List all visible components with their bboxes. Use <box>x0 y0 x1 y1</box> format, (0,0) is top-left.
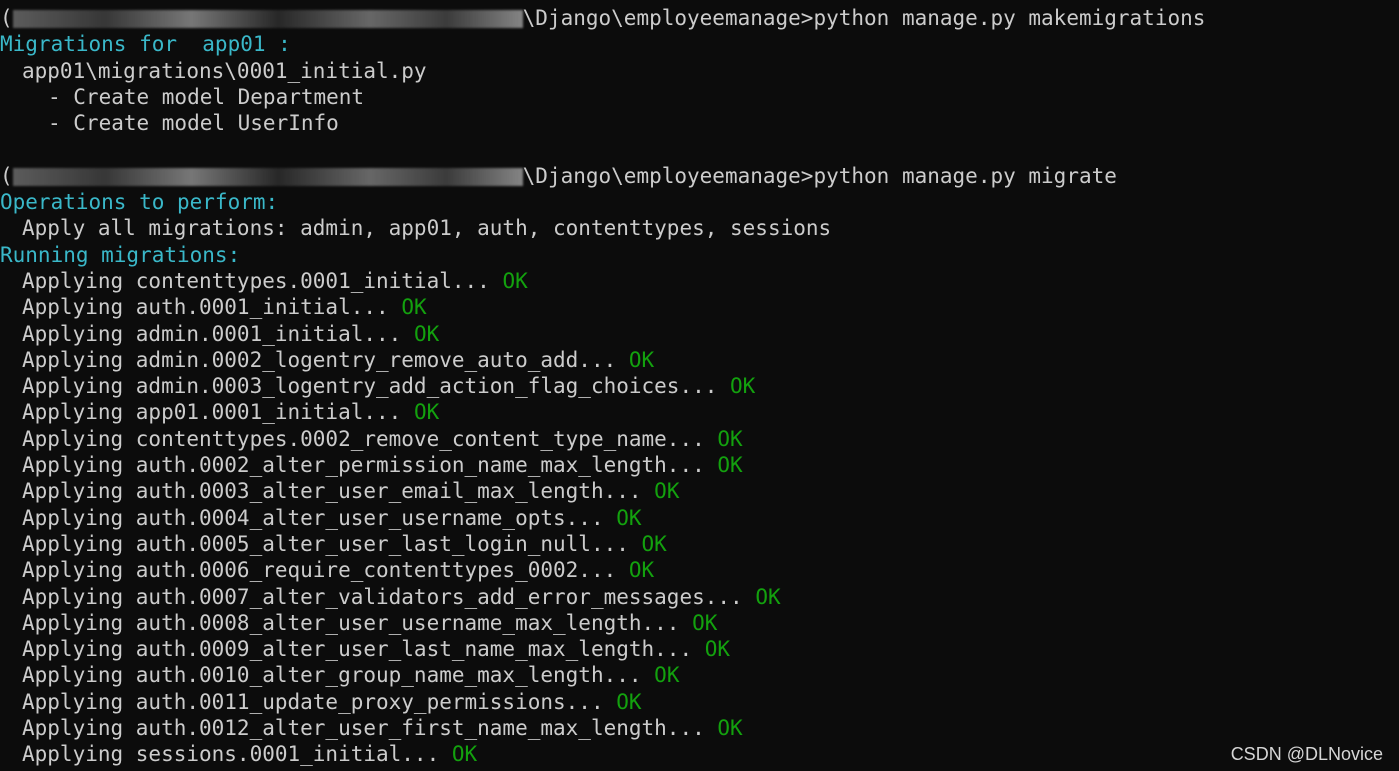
migration-line: Applying auth.0007_alter_validators_add_… <box>0 584 1399 610</box>
migration-line: Applying auth.0011_update_proxy_permissi… <box>0 689 1399 715</box>
migration-text: Applying auth.0011_update_proxy_permissi… <box>22 689 604 714</box>
migration-text: Applying admin.0003_logentry_add_action_… <box>22 374 718 399</box>
migration-text: Applying auth.0005_alter_user_last_login… <box>22 531 629 556</box>
migration-text: Applying auth.0003_alter_user_email_max_… <box>22 479 642 504</box>
migration-op: - Create model UserInfo <box>48 111 339 136</box>
migration-text: Applying auth.0004_alter_user_username_o… <box>22 505 604 530</box>
ok-status: OK <box>413 400 440 425</box>
migration-line: Applying auth.0004_alter_user_username_o… <box>0 505 1399 531</box>
ok-status: OK <box>717 716 743 741</box>
migration-line: Applying app01.0001_initial... OK <box>0 399 1399 425</box>
ok-status: OK <box>704 637 731 662</box>
migration-text: Applying sessions.0001_initial... <box>22 742 440 767</box>
ok-status: OK <box>413 321 440 346</box>
migration-line: Applying contenttypes.0001_initial... OK <box>0 268 1399 294</box>
ok-status: OK <box>717 453 743 478</box>
migration-text: Applying contenttypes.0002_remove_conten… <box>22 426 705 451</box>
prompt-line-migrate: ( \Django\employeemanage>python manage.py… <box>0 163 1399 189</box>
redacted-path <box>12 10 523 28</box>
ok-status: OK <box>628 347 655 372</box>
ok-status: OK <box>717 426 743 451</box>
ok-status: OK <box>641 531 667 556</box>
migration-text: Applying auth.0009_alter_user_last_name_… <box>22 637 693 662</box>
apply-all-line: Apply all migrations: admin, app01, auth… <box>22 216 832 241</box>
migrations-for-header: Migrations for app01 : <box>0 32 291 57</box>
migration-text: Applying auth.0007_alter_validators_add_… <box>22 584 743 609</box>
ok-status: OK <box>692 610 718 635</box>
prompt-prefix: ( <box>0 6 13 30</box>
prompt-path: \Django\employeemanage> <box>522 163 814 188</box>
migration-line: Applying auth.0006_require_contenttypes_… <box>0 557 1399 583</box>
migration-text: Applying admin.0002_logentry_remove_auto… <box>22 347 617 372</box>
migration-text: Applying auth.0012_alter_user_first_name… <box>22 716 705 741</box>
migration-text: Applying auth.0001_initial... <box>22 295 389 320</box>
migration-line: Applying auth.0008_alter_user_username_m… <box>0 610 1399 636</box>
prompt-prefix: ( <box>0 163 13 188</box>
command-text: python manage.py makemigrations <box>813 6 1206 30</box>
ok-status: OK <box>628 558 655 583</box>
running-migrations-header: Running migrations: <box>0 242 241 267</box>
migration-file: app01\migrations\0001_initial.py <box>22 58 427 83</box>
watermark: CSDN @DLNovice <box>1230 744 1383 764</box>
migration-text: Applying auth.0002_alter_permission_name… <box>22 453 705 478</box>
prompt-path: \Django\employeemanage> <box>522 6 814 30</box>
migration-text: Applying auth.0010_alter_group_name_max_… <box>22 663 642 688</box>
ok-status: OK <box>616 689 642 714</box>
ok-status: OK <box>755 584 781 609</box>
ok-status: OK <box>654 479 680 504</box>
prompt-line-makemigrations: ( \Django\employeemanage>python manage.py… <box>0 5 1399 31</box>
migration-line: Applying auth.0003_alter_user_email_max_… <box>0 478 1399 504</box>
migration-line: Applying auth.0005_alter_user_last_login… <box>0 531 1399 557</box>
migration-line: Applying sessions.0001_initial... OK <box>0 741 1399 767</box>
migration-text: Applying admin.0001_initial... <box>22 321 402 346</box>
ok-status: OK <box>451 742 478 767</box>
migration-line: Applying contenttypes.0002_remove_conten… <box>0 426 1399 452</box>
migration-line: Applying admin.0002_logentry_remove_auto… <box>0 347 1399 373</box>
terminal-output[interactable]: (\Django\employeemanage>python manage.py… <box>0 5 1399 768</box>
migration-line: Applying auth.0010_alter_group_name_max_… <box>0 662 1399 688</box>
migration-line: Applying admin.0003_logentry_add_action_… <box>0 373 1399 399</box>
migration-op: - Create model Department <box>48 84 365 109</box>
migration-line: Applying admin.0001_initial... OK <box>0 321 1399 347</box>
operations-header: Operations to perform: <box>0 190 279 215</box>
redacted-path <box>12 167 523 186</box>
command-text: python manage.py migrate <box>813 163 1117 188</box>
ok-status: OK <box>730 374 756 399</box>
migration-line: Applying auth.0009_alter_user_last_name_… <box>0 636 1399 662</box>
ok-status: OK <box>654 663 680 688</box>
migration-line: Applying auth.0002_alter_permission_name… <box>0 452 1399 478</box>
migration-line: Applying auth.0012_alter_user_first_name… <box>0 715 1399 741</box>
migration-text: Applying app01.0001_initial... <box>22 400 402 425</box>
ok-status: OK <box>616 505 642 530</box>
ok-status: OK <box>401 295 427 320</box>
migration-text: Applying auth.0008_alter_user_username_m… <box>22 610 680 635</box>
migration-text: Applying auth.0006_require_contenttypes_… <box>22 558 617 583</box>
ok-status: OK <box>502 268 528 293</box>
migration-text: Applying contenttypes.0001_initial... <box>22 268 490 293</box>
migration-line: Applying auth.0001_initial... OK <box>0 294 1399 320</box>
migrations-list: Applying contenttypes.0001_initial... OK… <box>0 268 1399 768</box>
